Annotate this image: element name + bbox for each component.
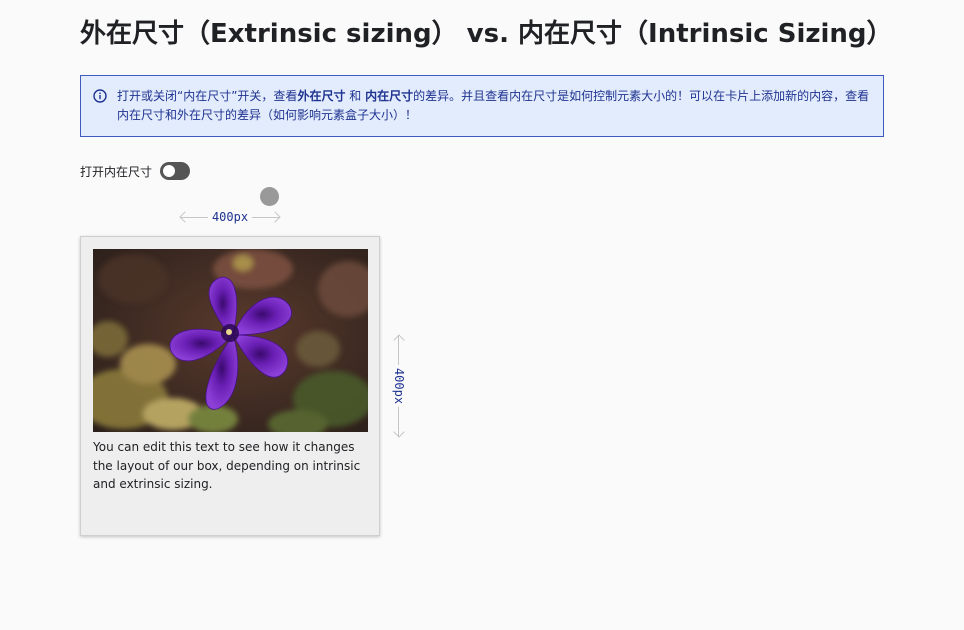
height-dimension-label: 400px [390,364,408,408]
width-dimension-label: 400px [207,208,253,226]
info-text: 打开或关闭“内在尺寸”开关，查看外在尺寸 和 内在尺寸的差异。并且查看内在尺寸是… [117,87,871,125]
cursor-indicator [260,187,279,206]
info-banner: 打开或关闭“内在尺寸”开关，查看外在尺寸 和 内在尺寸的差异。并且查看内在尺寸是… [80,75,884,137]
height-dimension-indicator: 400px [390,334,408,438]
card-text[interactable]: You can edit this text to see how it cha… [93,438,369,494]
sizing-card: You can edit this text to see how it cha… [80,236,380,536]
info-text-bold-extrinsic: 外在尺寸 [297,89,346,103]
intrinsic-toggle-row: 打开内在尺寸 [80,162,191,180]
page-title: 外在尺寸（Extrinsic sizing） vs. 内在尺寸（Intrinsi… [80,19,893,49]
info-text-part: 和 [345,89,366,103]
width-dimension-indicator: 400px [179,208,281,226]
info-text-bold-intrinsic: 内在尺寸 [365,89,414,103]
intrinsic-sizing-toggle[interactable] [160,162,191,180]
info-text-part: 打开或关闭“内在尺寸”开关，查看 [117,89,298,103]
arrow-left-icon [179,211,191,223]
arrow-down-icon [393,426,405,438]
toggle-knob [163,165,176,177]
arrow-right-icon [269,211,281,223]
flower-image [93,249,368,432]
arrow-up-icon [393,334,405,346]
toggle-label: 打开内在尺寸 [80,164,153,179]
info-icon [93,89,107,103]
